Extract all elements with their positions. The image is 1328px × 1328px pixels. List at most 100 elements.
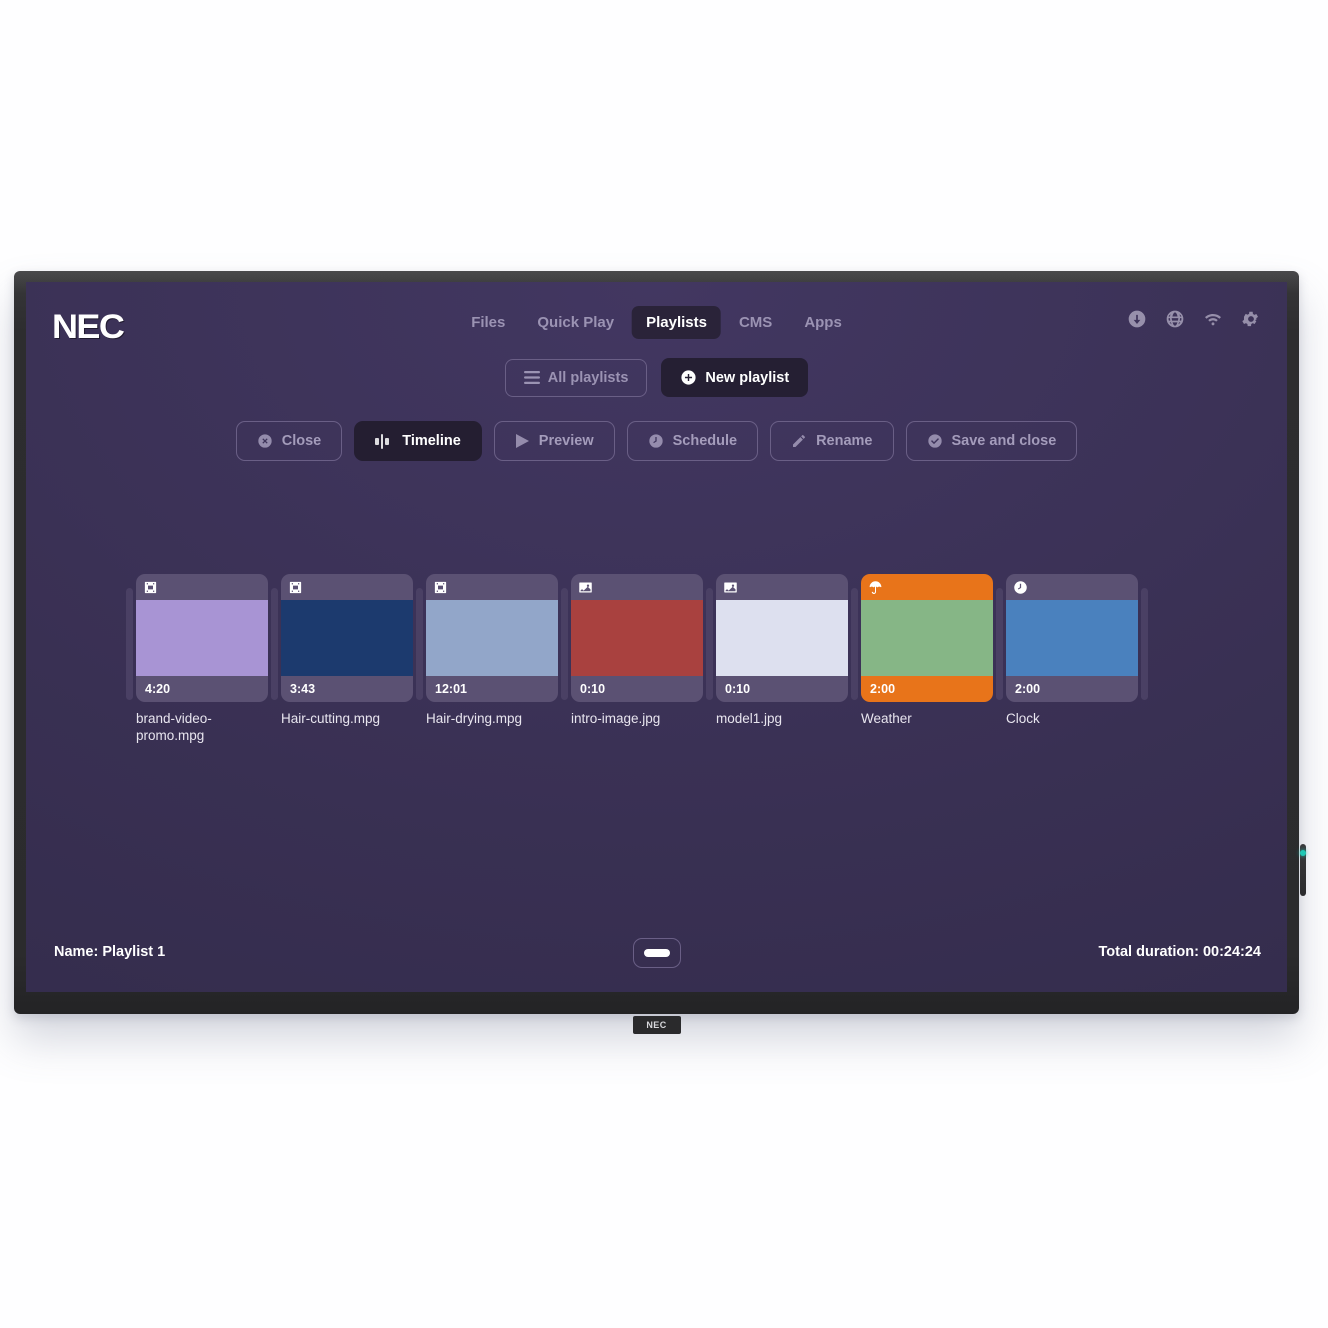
timeline-insert-handle[interactable] bbox=[271, 588, 278, 700]
film-icon bbox=[288, 580, 303, 595]
close-button[interactable]: Close bbox=[235, 421, 343, 461]
close-circle-icon bbox=[257, 433, 273, 449]
timeline-item-header bbox=[861, 574, 993, 600]
main-nav: Files Quick Play Playlists CMS Apps bbox=[457, 306, 856, 339]
globe-icon[interactable] bbox=[1165, 309, 1185, 329]
display-screen: NEC Files Quick Play Playlists CMS Apps bbox=[26, 282, 1287, 992]
download-icon[interactable] bbox=[1127, 309, 1147, 329]
timeline-item-card[interactable]: 0:10 bbox=[571, 574, 703, 702]
timeline-item-thumbnail bbox=[281, 600, 413, 676]
timeline-item[interactable]: 0:10 model1.jpg bbox=[716, 574, 848, 728]
status-bar: Name: Playlist 1 Total duration: 00:24:2… bbox=[26, 938, 1287, 970]
nav-item-apps[interactable]: Apps bbox=[790, 306, 856, 339]
timeline-item-card[interactable]: 12:01 bbox=[426, 574, 558, 702]
play-icon bbox=[515, 433, 530, 449]
nav-item-files[interactable]: Files bbox=[457, 306, 519, 339]
timeline-insert-handle[interactable] bbox=[1141, 588, 1148, 700]
timeline-insert-handle[interactable] bbox=[851, 588, 858, 700]
timeline-item-duration: 3:43 bbox=[290, 682, 316, 696]
gear-icon[interactable] bbox=[1241, 309, 1261, 329]
timeline-item-card[interactable]: 2:00 bbox=[1006, 574, 1138, 702]
total-duration-label: Total duration: 00:24:24 bbox=[1098, 944, 1261, 960]
screenshot-root: NEC Files Quick Play Playlists CMS Apps bbox=[0, 0, 1328, 1328]
new-playlist-label: New playlist bbox=[705, 369, 790, 386]
rename-button-label: Rename bbox=[816, 433, 873, 449]
timeline-item-name: model1.jpg bbox=[716, 711, 783, 726]
timeline-item-duration: 12:01 bbox=[435, 682, 467, 696]
timeline-item-header bbox=[281, 574, 413, 600]
timeline-item[interactable]: 4:20 brand-video-promo.mpg bbox=[136, 574, 268, 745]
timeline-item-duration: 0:10 bbox=[725, 682, 751, 696]
timeline-item-card[interactable]: 3:43 bbox=[281, 574, 413, 702]
all-playlists-label: All playlists bbox=[547, 369, 629, 386]
timeline-item-card-selected[interactable]: 2:00 bbox=[861, 574, 993, 702]
image-icon bbox=[723, 580, 738, 595]
timeline-button[interactable]: Timeline bbox=[354, 421, 482, 461]
all-playlists-button[interactable]: All playlists bbox=[504, 358, 648, 397]
timeline-item-duration: 4:20 bbox=[145, 682, 171, 696]
nav-item-quick-play[interactable]: Quick Play bbox=[523, 306, 628, 339]
timeline-item-name: intro-image.jpg bbox=[571, 711, 661, 726]
bezel-brand-badge: NEC bbox=[632, 1016, 681, 1034]
plus-circle-icon bbox=[681, 370, 696, 385]
timeline-item-name: Clock bbox=[1006, 711, 1040, 726]
hamburger-icon bbox=[523, 371, 540, 384]
close-button-label: Close bbox=[281, 433, 322, 449]
schedule-button[interactable]: Schedule bbox=[626, 421, 759, 461]
film-icon bbox=[433, 580, 448, 595]
scroll-handle-bar bbox=[643, 949, 670, 957]
nav-item-playlists[interactable]: Playlists bbox=[632, 306, 721, 339]
timeline-item-thumbnail bbox=[1006, 600, 1138, 676]
new-playlist-button[interactable]: New playlist bbox=[661, 358, 809, 397]
timeline-button-label: Timeline bbox=[402, 433, 461, 449]
timeline-item-thumbnail bbox=[571, 600, 703, 676]
top-navigation-bar: NEC Files Quick Play Playlists CMS Apps bbox=[26, 282, 1287, 348]
power-led-indicator bbox=[1300, 844, 1306, 896]
pencil-icon bbox=[791, 433, 807, 449]
preview-button[interactable]: Preview bbox=[493, 421, 615, 461]
timeline-icon bbox=[375, 433, 393, 449]
timeline-item-header bbox=[136, 574, 268, 600]
timeline-item-name: brand-video-promo.mpg bbox=[136, 711, 212, 743]
clock-icon bbox=[1013, 580, 1028, 595]
playlist-action-bar: All playlists New playlist bbox=[26, 358, 1287, 397]
timeline-item-card[interactable]: 0:10 bbox=[716, 574, 848, 702]
timeline-item-name: Hair-drying.mpg bbox=[426, 711, 523, 726]
check-circle-icon bbox=[927, 433, 943, 449]
timeline-insert-handle[interactable] bbox=[416, 588, 423, 700]
nav-item-cms[interactable]: CMS bbox=[725, 306, 786, 339]
save-and-close-button-label: Save and close bbox=[951, 433, 1057, 449]
timeline-item-card[interactable]: 4:20 bbox=[136, 574, 268, 702]
timeline-item[interactable]: 2:00 Weather bbox=[861, 574, 993, 728]
timeline-insert-handle[interactable] bbox=[126, 588, 133, 700]
schedule-button-label: Schedule bbox=[672, 433, 738, 449]
film-icon bbox=[143, 580, 158, 595]
nec-display-monitor: NEC Files Quick Play Playlists CMS Apps bbox=[14, 271, 1306, 1034]
timeline-insert-handle[interactable] bbox=[561, 588, 568, 700]
timeline-insert-handle[interactable] bbox=[996, 588, 1003, 700]
timeline-item[interactable]: 2:00 Clock bbox=[1006, 574, 1138, 728]
timeline-item-duration: 0:10 bbox=[580, 682, 606, 696]
timeline-item[interactable]: 0:10 intro-image.jpg bbox=[571, 574, 703, 728]
clock-icon bbox=[648, 433, 664, 449]
timeline-item-header bbox=[716, 574, 848, 600]
status-icons bbox=[1127, 309, 1261, 329]
timeline-item[interactable]: 3:43 Hair-cutting.mpg bbox=[281, 574, 413, 728]
timeline-item-header bbox=[426, 574, 558, 600]
timeline-item-thumbnail bbox=[426, 600, 558, 676]
timeline-item-duration: 2:00 bbox=[870, 682, 896, 696]
timeline-scroll-handle[interactable] bbox=[632, 938, 681, 968]
playlist-name-label: Name: Playlist 1 bbox=[54, 944, 166, 960]
umbrella-icon bbox=[868, 580, 883, 595]
timeline-item-name: Weather bbox=[861, 711, 912, 726]
timeline-item[interactable]: 12:01 Hair-drying.mpg bbox=[426, 574, 558, 728]
timeline-item-thumbnail bbox=[136, 600, 268, 676]
timeline-item-thumbnail bbox=[716, 600, 848, 676]
timeline-item-thumbnail bbox=[861, 600, 993, 676]
wifi-icon[interactable] bbox=[1203, 309, 1223, 329]
rename-button[interactable]: Rename bbox=[770, 421, 894, 461]
save-and-close-button[interactable]: Save and close bbox=[905, 421, 1078, 461]
timeline-insert-handle[interactable] bbox=[706, 588, 713, 700]
image-icon bbox=[578, 580, 593, 595]
timeline-item-duration: 2:00 bbox=[1015, 682, 1041, 696]
